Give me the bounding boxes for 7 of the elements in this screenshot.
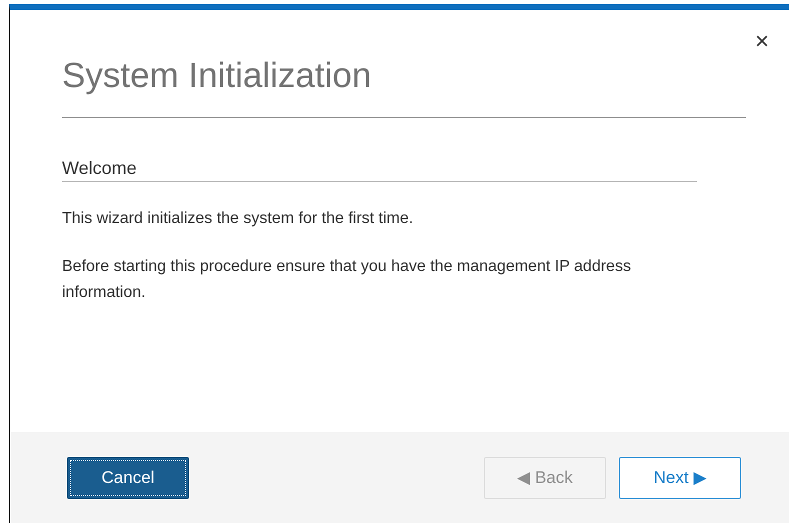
next-button[interactable]: Next ▶ [619,456,741,498]
cancel-button[interactable]: Cancel [67,456,189,498]
section-heading: Welcome [62,158,137,179]
instruction-text: This wizard initializes the system for the first time. [62,209,414,229]
close-button[interactable]: × [754,30,769,54]
instruction-text: Before starting this procedure ensure that you have the management IP address information. [62,257,632,303]
dialog-title: System Initialization [62,55,372,97]
